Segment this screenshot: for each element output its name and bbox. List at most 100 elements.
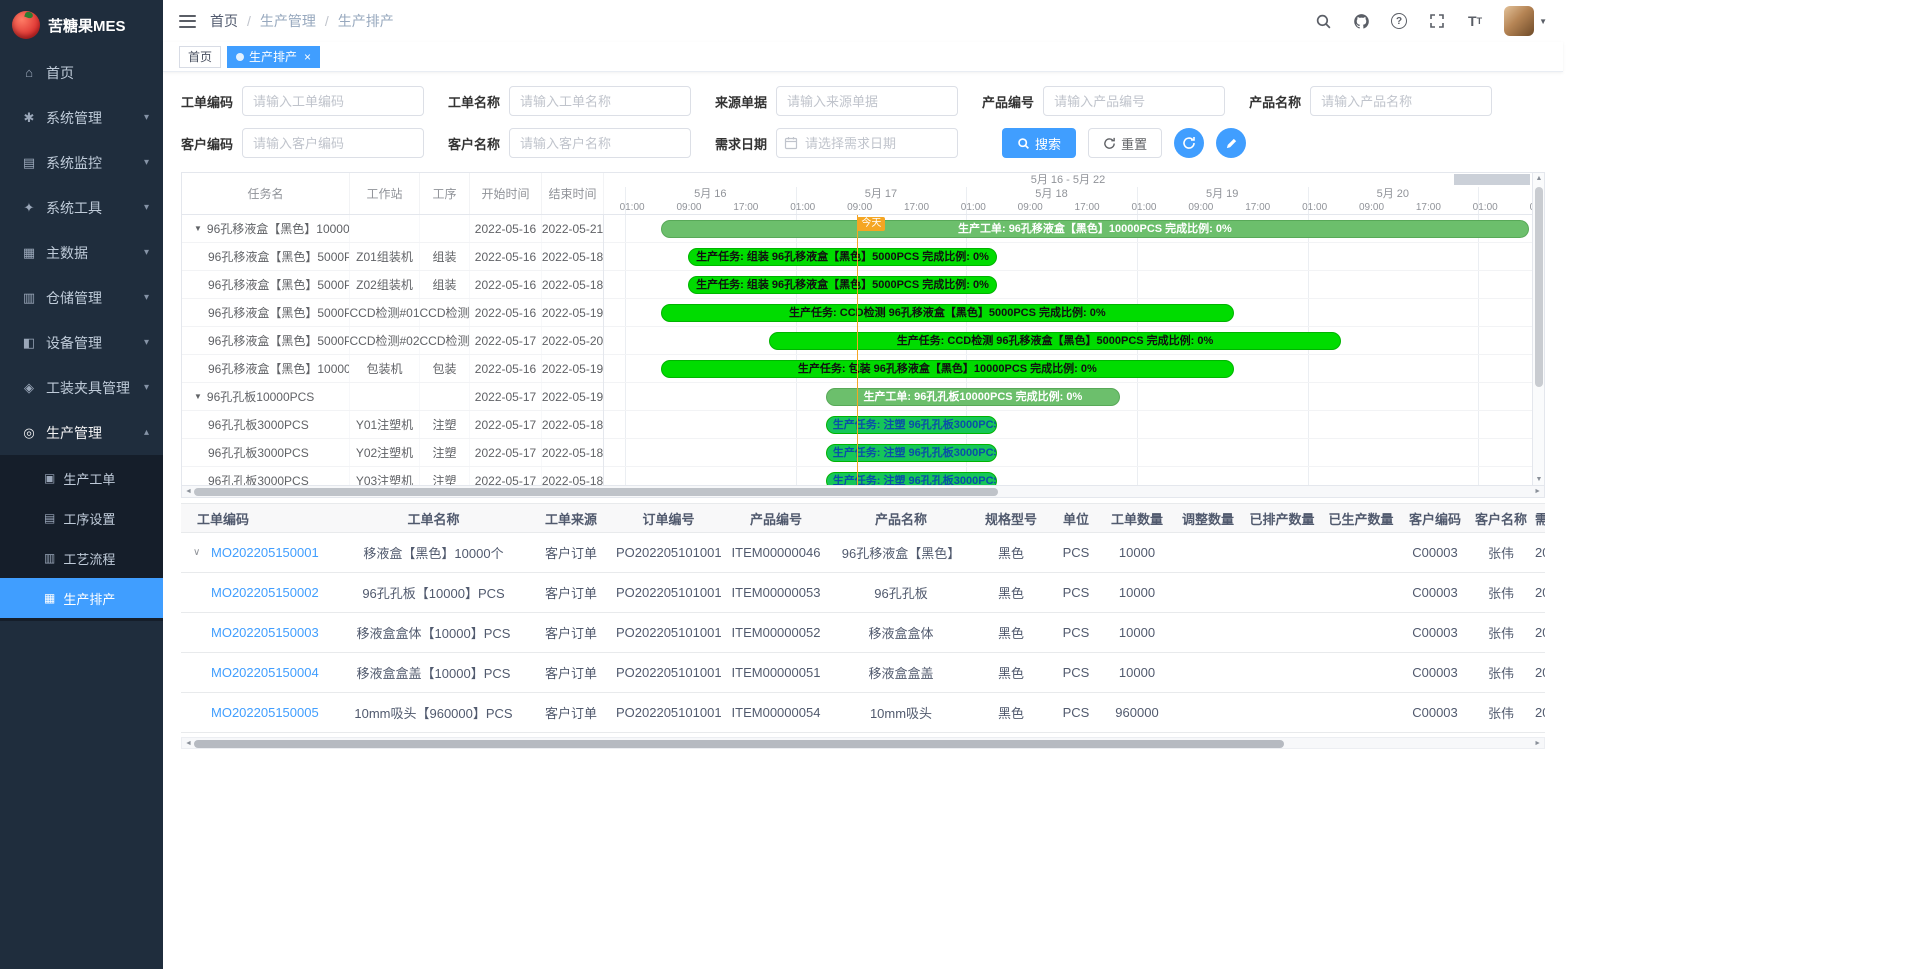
filter-input-work-order-name[interactable]	[509, 86, 691, 116]
filter-row-2: 客户编码客户名称需求日期 搜索 重置	[181, 128, 1545, 158]
gantt-horizontal-scrollbar[interactable]: ◄ ►	[181, 486, 1545, 498]
timeline-scroll-handle[interactable]	[1454, 174, 1530, 185]
gantt-task-name: ▼96孔孔板10000PCS	[182, 383, 350, 410]
gantt-order-bar[interactable]: 生产工单: 96孔移液盒【黑色】10000PCS 完成比例: 0%	[661, 220, 1530, 238]
scrollbar-thumb[interactable]	[194, 488, 998, 496]
gantt-task-bar[interactable]: 生产任务: 包装 96孔移液盒【黑色】10000PCS 完成比例: 0%	[661, 360, 1235, 378]
github-icon[interactable]	[1352, 12, 1370, 30]
filter-input-customer-code[interactable]	[242, 128, 424, 158]
filter-input-work-order-code[interactable]	[242, 86, 424, 116]
scroll-left-icon[interactable]: ◄	[185, 486, 192, 497]
search-button-label: 搜索	[1035, 134, 1061, 153]
gantt-task-bar[interactable]: 生产任务: CCD检测 96孔移液盒【黑色】5000PCS 完成比例: 0%	[769, 332, 1341, 350]
filter-input-product-code[interactable]	[1043, 86, 1225, 116]
order-code-link[interactable]: MO202205150005	[211, 705, 319, 720]
order-code-link[interactable]: MO202205150001	[211, 545, 319, 560]
scroll-left-icon[interactable]: ◄	[185, 738, 192, 749]
orders-panel: 工单编码工单名称工单来源订单编号产品编号产品名称规格型号单位工单数量调整数量已排…	[181, 503, 1545, 749]
gantt-order-bar[interactable]: 生产工单: 96孔孔板10000PCS 完成比例: 0%	[826, 388, 1120, 406]
scroll-down-icon[interactable]: ▼	[1533, 476, 1545, 483]
gantt-task-row[interactable]: ▼96孔孔板10000PCS2022-05-172022-05-19	[182, 383, 603, 411]
tab-scheduling[interactable]: 生产排产 ×	[227, 46, 320, 68]
gantt-task-bar[interactable]: 生产任务: 组装 96孔移液盒【黑色】5000PCS 完成比例: 0%	[688, 248, 996, 266]
sidebar-subitem-work-order[interactable]: ▣生产工单	[0, 458, 163, 498]
gantt-timeline: 5月 16 - 5月 22 5月 165月 175月 185月 195月 20 …	[604, 173, 1532, 485]
sidebar-subitem-process-flow[interactable]: ▥工艺流程	[0, 538, 163, 578]
reset-button[interactable]: 重置	[1088, 128, 1162, 158]
help-icon[interactable]: ?	[1390, 12, 1408, 30]
caret-down-icon[interactable]: ∨	[193, 547, 205, 558]
gantt-day-label: 5月 17	[796, 187, 967, 201]
user-menu[interactable]: ▼	[1504, 6, 1547, 36]
gantt-bar-row: 生产任务: 注塑 96孔孔板3000PCS 完成比例: 0%	[604, 467, 1532, 485]
sidebar-subitem-label: 工序设置	[63, 509, 115, 528]
gantt-col-header-2: 工序	[420, 173, 470, 214]
filter-input-customer-name[interactable]	[509, 128, 691, 158]
gantt-hours-row: 01:0009:0017:0001:0009:0017:0001:0009:00…	[604, 201, 1532, 215]
orders-horizontal-scrollbar[interactable]: ◄ ►	[181, 737, 1545, 749]
gantt-task-row[interactable]: 96孔移液盒【黑色】5000PCSZ01组装机组装2022-05-162022-…	[182, 243, 603, 271]
orders-cell: 移液盒盒盖【10000】PCS	[341, 663, 526, 682]
gantt-task-row[interactable]: 96孔移液盒【黑色】5000PCSZ02组装机组装2022-05-162022-…	[182, 271, 603, 299]
sidebar-item-label: 系统监控	[46, 153, 138, 173]
sidebar-item-fixture-management[interactable]: ◈工装夹具管理▾	[0, 365, 163, 410]
sidebar-subitem-scheduling[interactable]: ▦生产排产	[0, 578, 163, 618]
orders-cell: 客户订单	[526, 623, 616, 642]
sidebar-subitem-process-settings[interactable]: ▤工序设置	[0, 498, 163, 538]
filter-input-source-doc[interactable]	[776, 86, 958, 116]
order-code-link[interactable]: MO202205150002	[211, 585, 319, 600]
caret-down-icon[interactable]: ▼	[194, 224, 202, 233]
sidebar-item-master-data[interactable]: ▦主数据▾	[0, 230, 163, 275]
order-code-link[interactable]: MO202205150004	[211, 665, 319, 680]
sidebar-item-warehouse-management[interactable]: ▥仓储管理▾	[0, 275, 163, 320]
tab-home[interactable]: 首页	[179, 46, 221, 68]
order-code-link[interactable]: MO202205150003	[211, 625, 319, 640]
gantt-vertical-scrollbar[interactable]: ▲ ▼	[1532, 173, 1544, 485]
breadcrumb-home[interactable]: 首页	[210, 11, 238, 31]
gantt-task-name: 96孔移液盒【黑色】10000PCS	[182, 355, 350, 382]
gantt-task-bar[interactable]: 生产任务: 注塑 96孔孔板3000PCS 完成比例: 0%	[826, 472, 998, 485]
orders-cell: 202	[1533, 665, 1545, 680]
font-size-icon[interactable]: TT	[1466, 12, 1484, 30]
sidebar-item-system-management[interactable]: ✱系统管理▾	[0, 95, 163, 140]
sidebar-toggle-icon[interactable]	[179, 15, 196, 28]
scrollbar-thumb[interactable]	[1535, 187, 1543, 387]
gantt-task-bar[interactable]: 生产任务: 组装 96孔移液盒【黑色】5000PCS 完成比例: 0%	[688, 276, 996, 294]
sidebar-item-home[interactable]: ⌂首页	[0, 50, 163, 95]
sidebar-item-system-tools[interactable]: ✦系统工具▾	[0, 185, 163, 230]
sidebar-item-equipment-management[interactable]: ◧设备管理▾	[0, 320, 163, 365]
gantt-task-bar[interactable]: 生产任务: 注塑 96孔孔板3000PCS 完成比例: 0%	[826, 444, 998, 462]
gantt-task-row[interactable]: ▼96孔移液盒【黑色】10000PCS2022-05-162022-05-21	[182, 215, 603, 243]
scroll-right-icon[interactable]: ►	[1534, 486, 1541, 497]
edit-button[interactable]	[1216, 128, 1246, 158]
close-icon[interactable]: ×	[304, 50, 311, 64]
sidebar-item-production-management[interactable]: ◎生产管理▴	[0, 410, 163, 455]
gantt-task-cell: 2022-05-18	[542, 411, 603, 438]
fullscreen-icon[interactable]	[1428, 12, 1446, 30]
gantt-task-bar[interactable]: 生产任务: CCD检测 96孔移液盒【黑色】5000PCS 完成比例: 0%	[661, 304, 1235, 322]
gantt-bar-label: 生产工单: 96孔孔板10000PCS 完成比例: 0%	[857, 389, 1088, 405]
gantt-task-cell	[350, 383, 420, 410]
filter-input-demand-date[interactable]	[776, 128, 958, 158]
app-logo-row[interactable]: 苦糖果MES	[0, 0, 163, 50]
gantt-task-row[interactable]: 96孔孔板3000PCSY01注塑机注塑2022-05-172022-05-18	[182, 411, 603, 439]
gantt-task-row[interactable]: 96孔孔板3000PCSY03注塑机注塑2022-05-172022-05-18	[182, 467, 603, 485]
gantt-task-row[interactable]: 96孔移液盒【黑色】10000PCS包装机包装2022-05-162022-05…	[182, 355, 603, 383]
caret-down-icon[interactable]: ▼	[194, 392, 202, 401]
scroll-up-icon[interactable]: ▲	[1533, 175, 1545, 182]
refresh-button[interactable]	[1174, 128, 1204, 158]
gantt-task-row[interactable]: 96孔移液盒【黑色】5000PCSCCD检测#02CCD检测2022-05-17…	[182, 327, 603, 355]
sidebar-item-system-monitoring[interactable]: ▤系统监控▾	[0, 140, 163, 185]
scroll-right-icon[interactable]: ►	[1534, 738, 1541, 749]
orders-cell: 10mm吸头【960000】PCS	[341, 703, 526, 722]
avatar[interactable]	[1504, 6, 1534, 36]
gantt-task-bar[interactable]: 生产任务: 注塑 96孔孔板3000PCS 完成比例: 0%	[826, 416, 998, 434]
search-icon[interactable]	[1314, 12, 1332, 30]
gantt-task-row[interactable]: 96孔孔板3000PCSY02注塑机注塑2022-05-172022-05-18	[182, 439, 603, 467]
filter-input-product-name[interactable]	[1310, 86, 1492, 116]
gantt-task-name: 96孔移液盒【黑色】5000PCS	[182, 299, 350, 326]
search-button[interactable]: 搜索	[1002, 128, 1076, 158]
scrollbar-thumb[interactable]	[194, 740, 1284, 748]
gantt-task-row[interactable]: 96孔移液盒【黑色】5000PCSCCD检测#01CCD检测2022-05-16…	[182, 299, 603, 327]
breadcrumb-production[interactable]: 生产管理	[260, 11, 316, 31]
